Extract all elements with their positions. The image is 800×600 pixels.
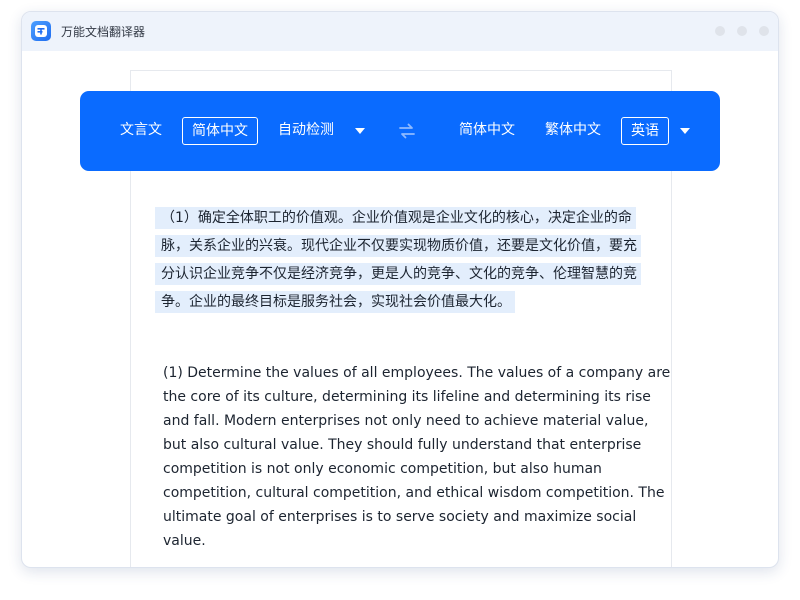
source-lang-simplified-chinese[interactable]: 简体中文 [182,117,258,145]
title-bar[interactable]: 万能文档翻译器 [22,12,778,51]
source-lang-classical-chinese[interactable]: 文言文 [120,117,162,145]
translation-line: value. [163,533,206,549]
source-line: 分认识企业竞争不仅是经济竞争，更是人的竞争、文化的竞争、伦理智慧的竞 [155,263,641,285]
translated-text[interactable]: (1) Determine the values of all employee… [163,361,671,553]
source-line: （1）确定全体职工的价值观。企业价值观是企业文化的核心，决定企业的命 [155,207,636,229]
minimize-button[interactable] [715,26,725,36]
source-line: 争。企业的最终目标是服务社会，实现社会价值最大化。 [155,291,515,313]
language-bar: 文言文 简体中文 自动检测 简体中文 繁体中文 英语 [80,91,720,171]
window-controls [715,26,769,36]
target-lang-dropdown-icon[interactable] [680,128,690,134]
source-text[interactable]: （1）确定全体职工的价值观。企业价值观是企业文化的核心，决定企业的命 脉，关系企… [155,207,645,319]
source-lang-auto-detect[interactable]: 自动检测 [278,117,334,145]
translation-line: (1) Determine the values of all employee… [163,365,671,381]
app-logo-icon [31,21,51,41]
translation-line: the core of its culture, determining its… [163,389,651,405]
translation-line: and fall. Modern enterprises not only ne… [163,413,649,429]
close-button[interactable] [759,26,769,36]
target-lang-simplified-chinese[interactable]: 简体中文 [459,117,515,145]
source-line: 脉，关系企业的兴衰。现代企业不仅要实现物质价值，还要是文化价值，要充 [155,235,641,257]
target-lang-traditional-chinese[interactable]: 繁体中文 [545,117,601,145]
translation-line: competition is not only economic competi… [163,461,602,477]
swap-languages-icon[interactable] [398,123,416,143]
app-title: 万能文档翻译器 [61,25,146,39]
source-lang-dropdown-icon[interactable] [355,128,365,134]
maximize-button[interactable] [737,26,747,36]
translation-line: ultimate goal of enterprises is to serve… [163,509,637,525]
translation-line: competition, cultural competition, and e… [163,485,665,501]
target-lang-english[interactable]: 英语 [621,117,669,145]
translation-line: but also cultural value. They should ful… [163,437,642,453]
